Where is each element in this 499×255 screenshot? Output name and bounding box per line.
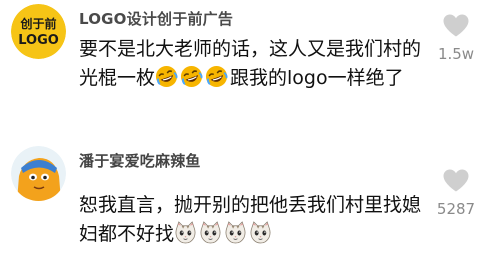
comment-list: 创于前 LOGO LOGO设计创于前广告 要不是北大老师的话，这人又是我们村的光… bbox=[0, 0, 499, 255]
cat-face-emoji-icon bbox=[250, 221, 271, 244]
comment-item: 创于前 LOGO LOGO设计创于前广告 要不是北大老师的话，这人又是我们村的光… bbox=[0, 0, 499, 140]
username[interactable]: LOGO设计创于前广告 bbox=[79, 8, 233, 29]
rofl-emoji-icon bbox=[180, 65, 203, 88]
like-count: 5287 bbox=[436, 200, 476, 218]
heart-icon bbox=[443, 14, 469, 37]
like-button[interactable]: 1.5w bbox=[431, 14, 481, 63]
logo-avatar-icon[interactable]: 创于前 LOGO bbox=[11, 4, 66, 59]
emoji-group bbox=[174, 221, 274, 245]
comment-text-after: 跟我的logo一样绝了 bbox=[230, 67, 404, 89]
avatar-text-bottom: LOGO bbox=[18, 33, 59, 48]
comment-text: 要不是北大老师的话，这人又是我们村的光棍一枚 跟我的logo一样绝了 bbox=[79, 35, 429, 93]
comment-text: 恕我直言，抛开别的把他丢我们村里找媳妇都不好找 bbox=[79, 191, 429, 249]
emoji-group bbox=[155, 65, 230, 89]
heart-icon bbox=[443, 169, 469, 192]
rofl-emoji-icon bbox=[205, 65, 228, 88]
cat-face-emoji-icon bbox=[200, 221, 221, 244]
rofl-emoji-icon bbox=[155, 65, 178, 88]
cartoon-bird-avatar-icon[interactable] bbox=[11, 146, 66, 201]
like-button[interactable]: 5287 bbox=[431, 169, 481, 218]
cat-face-emoji-icon bbox=[225, 221, 246, 244]
avatar-text-top: 创于前 bbox=[19, 16, 56, 31]
like-count: 1.5w bbox=[437, 45, 475, 63]
username[interactable]: 潘于宴爱吃麻辣鱼 bbox=[79, 150, 201, 171]
cat-face-emoji-icon bbox=[175, 221, 196, 244]
comment-item: 潘于宴爱吃麻辣鱼 恕我直言，抛开别的把他丢我们村里找媳妇都不好找 5287 bbox=[0, 142, 499, 255]
